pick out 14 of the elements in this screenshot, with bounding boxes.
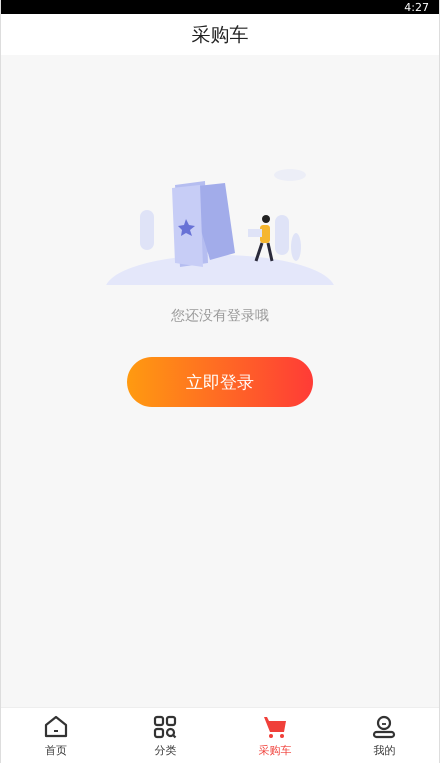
status-time: 4:27	[404, 0, 429, 14]
empty-message: 您还没有登录哦	[171, 307, 269, 325]
tab-label: 我的	[373, 742, 396, 758]
user-icon	[371, 714, 398, 740]
grid-icon	[152, 714, 178, 740]
tab-label: 采购车	[258, 742, 292, 758]
nav-tab[interactable]: 我的	[330, 708, 439, 763]
tab-label: 首页	[44, 742, 67, 758]
home-icon	[42, 714, 69, 740]
page-title: 采购车	[192, 22, 248, 48]
tab-label: 分类	[154, 742, 176, 758]
nav-tab[interactable]: 分类	[110, 708, 220, 763]
nav-tab[interactable]: 首页	[1, 708, 110, 763]
nav-tab[interactable]: 采购车	[220, 708, 330, 763]
